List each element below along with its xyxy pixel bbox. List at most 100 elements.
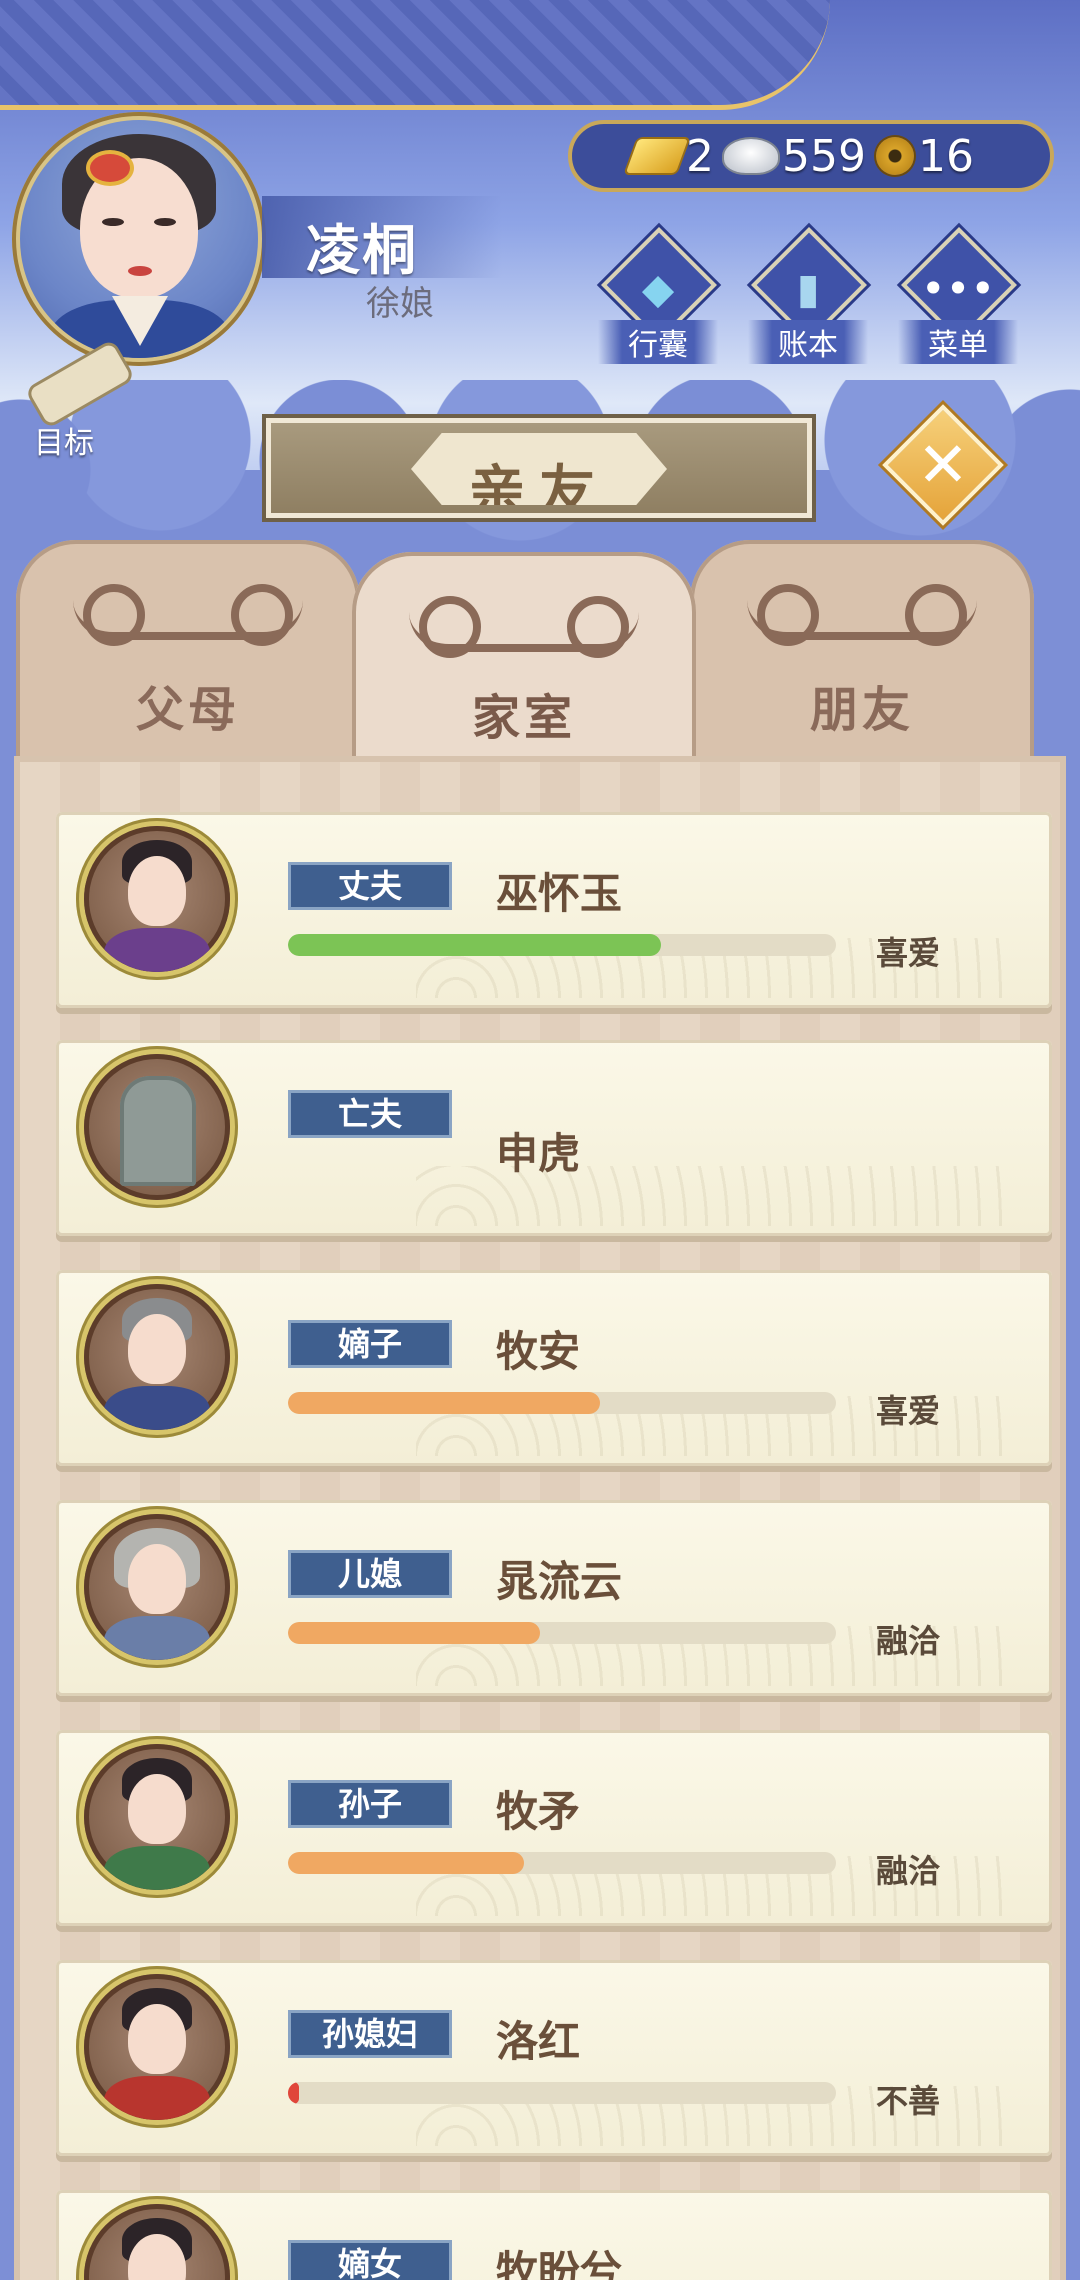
relative-name: 牧盼兮 bbox=[496, 2247, 623, 2280]
relative-name: 洛红 bbox=[496, 2017, 581, 2066]
relative-card[interactable]: 儿媳 晁流云 融洽 bbox=[56, 1500, 1052, 1696]
role-tag: 孙子 bbox=[288, 1780, 452, 1828]
relative-name: 巫怀玉 bbox=[496, 869, 623, 918]
hair-ornament-icon bbox=[90, 154, 130, 182]
relative-avatar[interactable] bbox=[76, 2196, 238, 2280]
portrait-robe bbox=[104, 1616, 210, 1660]
favor-bar bbox=[288, 2082, 836, 2104]
goal-button[interactable]: 目标 bbox=[14, 342, 132, 461]
relative-avatar[interactable] bbox=[76, 1506, 238, 1668]
relation-label: 不善 bbox=[876, 2082, 941, 2120]
gold-amount: 2 bbox=[686, 130, 714, 182]
role-tag: 嫡女 bbox=[288, 2240, 452, 2280]
favor-bar-fill bbox=[288, 2082, 299, 2104]
tab-friends-label: 朋友 bbox=[809, 682, 914, 738]
relative-card[interactable]: 嫡女 牧盼兮 bbox=[56, 2190, 1052, 2280]
player-avatar[interactable] bbox=[12, 112, 266, 366]
role-tag: 亡夫 bbox=[288, 1090, 452, 1138]
cloud-knot-ornament bbox=[409, 582, 639, 658]
favor-bar bbox=[288, 1852, 836, 1874]
coin-amount: 16 bbox=[917, 130, 974, 182]
menu-button-label: 菜单 bbox=[898, 320, 1018, 364]
tab-household-label: 家室 bbox=[471, 690, 576, 746]
relative-avatar[interactable] bbox=[76, 1736, 238, 1898]
dialog-title: 亲友 bbox=[469, 460, 609, 525]
portrait-mouth bbox=[128, 266, 152, 276]
portrait-face bbox=[128, 1314, 186, 1384]
role-tag: 嫡子 bbox=[288, 1320, 452, 1368]
favor-bar-fill bbox=[288, 934, 661, 956]
silver-ingot-icon bbox=[724, 139, 778, 173]
favor-bar-fill bbox=[288, 1622, 541, 1644]
copper-coin-icon bbox=[875, 137, 914, 175]
relative-portrait bbox=[84, 1744, 230, 1890]
tab-parents[interactable]: 父母 bbox=[16, 540, 360, 770]
relative-avatar[interactable] bbox=[76, 1966, 238, 2128]
close-icon[interactable]: ✕ bbox=[900, 422, 986, 508]
ledger-icon: ▮ bbox=[796, 264, 820, 313]
relative-portrait bbox=[84, 1974, 230, 2120]
bag-button[interactable]: ◆ 行囊 bbox=[598, 227, 718, 364]
relative-card[interactable]: 孙媳妇 洛红 不善 bbox=[56, 1960, 1052, 2156]
ornamental-header-pattern bbox=[0, 0, 830, 110]
player-name: 凌桐 bbox=[306, 219, 418, 282]
portrait-robe bbox=[104, 1386, 210, 1430]
relative-avatar[interactable] bbox=[76, 1276, 238, 1438]
relative-avatar[interactable] bbox=[76, 1046, 238, 1208]
gold-ingot-icon bbox=[625, 139, 689, 173]
portrait-eye bbox=[154, 218, 176, 226]
bag-button-label: 行囊 bbox=[598, 320, 718, 364]
relative-card[interactable]: 亡夫 申虎 bbox=[56, 1040, 1052, 1236]
portrait-eye bbox=[102, 218, 124, 226]
ledger-button[interactable]: ▮ 账本 bbox=[748, 227, 868, 364]
player-portrait bbox=[20, 120, 258, 358]
relative-portrait bbox=[84, 1284, 230, 1430]
tombstone-icon bbox=[120, 1076, 196, 1186]
bag-icon: ◆ bbox=[641, 264, 675, 313]
tab-parents-label: 父母 bbox=[135, 682, 240, 738]
relatives-list[interactable]: 丈夫 巫怀玉 喜爱 亡夫 申虎 嫡子 牧安 喜爱 儿媳 晁流云 融洽 孙子 牧矛… bbox=[14, 756, 1066, 2280]
ledger-button-label: 账本 bbox=[748, 320, 868, 364]
role-tag: 丈夫 bbox=[288, 862, 452, 910]
relative-name: 牧安 bbox=[496, 1327, 581, 1376]
cloud-knot-ornament bbox=[747, 570, 977, 646]
currency-bar: 2 559 16 bbox=[568, 120, 1054, 192]
favor-bar-fill bbox=[288, 1852, 524, 1874]
relative-avatar[interactable] bbox=[76, 818, 238, 980]
title-plaque: 亲友 bbox=[411, 433, 667, 505]
portrait-face bbox=[128, 856, 186, 926]
relation-label: 融洽 bbox=[876, 1622, 941, 1660]
favor-bar bbox=[288, 1622, 836, 1644]
portrait-robe bbox=[104, 928, 210, 972]
menu-dots-icon: ••• bbox=[920, 264, 996, 313]
role-tag: 儿媳 bbox=[288, 1550, 452, 1598]
relation-label: 喜爱 bbox=[876, 934, 941, 972]
tab-friends[interactable]: 朋友 bbox=[690, 540, 1034, 770]
relation-label: 喜爱 bbox=[876, 1392, 941, 1430]
favor-bar bbox=[288, 934, 836, 956]
favor-bar bbox=[288, 1392, 836, 1414]
player-title: 徐娘 bbox=[366, 284, 434, 324]
silver-amount: 559 bbox=[782, 130, 866, 182]
portrait-face bbox=[128, 2004, 186, 2074]
relation-label: 融洽 bbox=[876, 1852, 941, 1890]
scroll-icon bbox=[28, 342, 132, 426]
relative-card[interactable]: 丈夫 巫怀玉 喜爱 bbox=[56, 812, 1052, 1008]
portrait-face bbox=[128, 1774, 186, 1844]
portrait-robe bbox=[104, 2076, 210, 2120]
relative-card[interactable]: 孙子 牧矛 融洽 bbox=[56, 1730, 1052, 1926]
relative-card[interactable]: 嫡子 牧安 喜爱 bbox=[56, 1270, 1052, 1466]
role-tag: 孙媳妇 bbox=[288, 2010, 452, 2058]
relative-name: 晁流云 bbox=[496, 1557, 623, 1606]
favor-bar-fill bbox=[288, 1392, 601, 1414]
goal-label: 目标 bbox=[34, 426, 94, 461]
portrait-face bbox=[128, 1544, 186, 1614]
relative-portrait bbox=[84, 1514, 230, 1660]
menu-button[interactable]: ••• 菜单 bbox=[898, 227, 1018, 364]
tab-household[interactable]: 家室 bbox=[352, 552, 696, 770]
relative-name: 申虎 bbox=[496, 1129, 581, 1178]
relative-portrait bbox=[84, 1054, 230, 1200]
portrait-robe bbox=[104, 1846, 210, 1890]
cloud-knot-ornament bbox=[73, 570, 303, 646]
relative-portrait bbox=[84, 2204, 230, 2280]
